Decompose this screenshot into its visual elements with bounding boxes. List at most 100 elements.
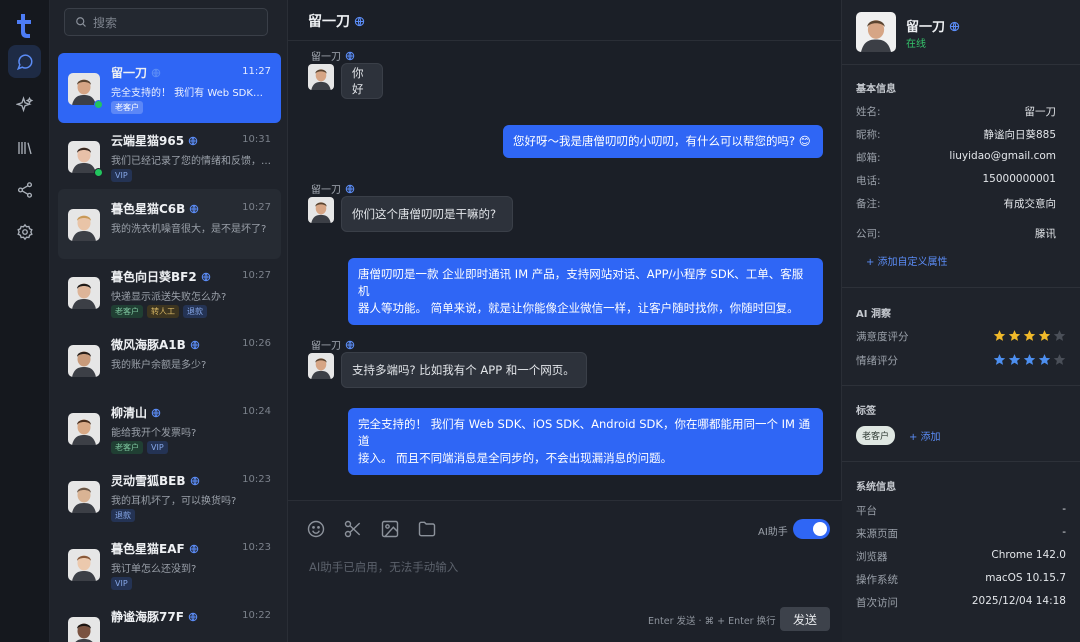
rating-label: 情绪评分	[856, 355, 898, 367]
globe-icon	[151, 408, 161, 418]
shortcut-hint: Enter 发送 · ⌘ + Enter 换行	[648, 616, 776, 627]
divider	[842, 287, 1080, 288]
avatar	[68, 209, 100, 241]
conversation-tag: VIP	[111, 169, 132, 182]
online-indicator	[94, 168, 103, 177]
share-icon	[17, 181, 32, 198]
globe-icon	[188, 612, 198, 622]
message-sender: 留一刀	[311, 48, 355, 63]
conversation-name: 暮色星猫C6B	[111, 200, 199, 217]
conversation-item[interactable]: 灵动雪狐BEB 10:23 我的耳机坏了，可以换货吗? 退款	[58, 461, 281, 531]
share-nav-button[interactable]	[8, 173, 41, 206]
message-sender: 留一刀	[311, 181, 355, 196]
info-key: 电话:	[856, 175, 881, 187]
star-icon	[993, 354, 1006, 365]
conversation-item[interactable]: 云端星猫965 10:31 我们已经记录了您的情绪和反馈，会尽快处理 VIP	[58, 121, 281, 191]
avatar-photo	[308, 64, 334, 90]
conversation-item[interactable]: 暮色星猫EAF 10:23 我订单怎么还没到? VIP	[58, 529, 281, 599]
conversation-preview: 我的耳机坏了，可以换货吗?	[111, 496, 237, 507]
conversation-tags: 老客户 VIP	[111, 441, 168, 454]
info-value: 滕讯	[1035, 228, 1056, 240]
avatar-photo	[68, 481, 100, 513]
send-button[interactable]: 发送	[780, 607, 830, 631]
composer-toolbar	[306, 519, 437, 539]
conversation-tag: 退款	[183, 305, 207, 318]
conversation-time: 10:27	[242, 270, 271, 281]
conversation-name: 暮色星猫EAF	[111, 540, 199, 557]
outgoing-message-bubble: 您好呀～我是唐僧叨叨的小叨叨，有什么可以帮您的吗? 😊	[503, 125, 823, 158]
info-value: macOS 10.15.7	[985, 572, 1066, 584]
info-value: -	[1062, 503, 1066, 515]
info-key: 备注:	[856, 198, 881, 210]
library-icon	[17, 141, 32, 154]
settings-nav-button[interactable]	[8, 215, 41, 248]
search-icon	[76, 17, 86, 27]
outgoing-message-bubble: 唐僧叨叨是一款 企业即时通讯 IM 产品，支持网站对话、APP/小程序 SDK、…	[348, 258, 823, 325]
star-rating	[993, 329, 1066, 344]
info-value: 有成交意向	[1003, 198, 1057, 210]
system-info-row: 浏览器 Chrome 142.0	[856, 549, 1066, 564]
add-tag-link[interactable]: + 添加	[909, 428, 941, 443]
info-value: liuyidao@gmail.com	[949, 150, 1056, 162]
system-info-title: 系统信息	[856, 482, 896, 493]
divider	[842, 461, 1080, 462]
info-value: 留一刀	[1024, 106, 1057, 118]
ai-assistant-toggle[interactable]	[793, 519, 830, 539]
info-value: Chrome 142.0	[991, 549, 1066, 561]
conversation-tag: VIP	[147, 441, 168, 454]
conversation-tag: 转人工	[147, 305, 179, 318]
info-key: 首次访问	[856, 597, 898, 609]
avatar-photo	[856, 12, 896, 52]
avatar-photo	[68, 413, 100, 445]
avatar	[68, 549, 100, 581]
chat-title: 留一刀	[308, 11, 365, 31]
folder-icon[interactable]	[417, 519, 437, 539]
conversation-tag: 老客户	[111, 305, 143, 318]
basic-info-title: 基本信息	[856, 84, 896, 95]
star-rating	[993, 353, 1066, 368]
ai-insight-title: AI 洞察	[856, 309, 891, 320]
conversation-preview: 快递显示派送失败怎么办?	[111, 292, 227, 303]
conversation-name: 留一刀	[111, 64, 161, 81]
globe-icon	[188, 136, 198, 146]
conversation-item[interactable]: 留一刀 11:27 完全支持的！ 我们有 Web SDK、iOS SDK、Andro…	[58, 53, 281, 123]
conversation-item[interactable]: 暮色星猫C6B 10:27 我的洗衣机噪音很大，是不是坏了?	[58, 189, 281, 259]
conversation-time: 10:31	[242, 134, 271, 145]
conversation-item[interactable]: 微风海豚A1B 10:26 我的账户余额是多少?	[58, 325, 281, 395]
add-custom-attribute-link[interactable]: + 添加自定义属性	[866, 253, 948, 268]
conversation-item[interactable]: 静谧海豚77F 10:22	[58, 597, 281, 642]
nav-rail	[0, 0, 50, 642]
conversation-time: 10:23	[242, 542, 271, 553]
conversation-tag: 老客户	[111, 441, 143, 454]
globe-icon	[345, 340, 355, 350]
conversation-tags: 老客户 转人工 退款	[111, 305, 207, 318]
search-input[interactable]: 搜索	[64, 8, 268, 36]
conversation-item[interactable]: 暮色向日葵BF2 10:27 快递显示派送失败怎么办? 老客户 转人工 退款	[58, 257, 281, 327]
ai-nav-button[interactable]	[8, 88, 41, 121]
divider	[842, 385, 1080, 386]
rating-label: 满意度评分	[856, 331, 909, 343]
conversation-tags: 老客户	[111, 101, 143, 114]
customer-tag[interactable]: 老客户	[856, 426, 896, 445]
avatar	[68, 617, 100, 642]
chat-title-text: 留一刀	[308, 14, 350, 30]
system-info-row: 平台 -	[856, 503, 1066, 518]
star-icon	[1008, 330, 1021, 341]
conversation-tags: VIP	[111, 169, 132, 182]
chat-nav-button[interactable]	[8, 45, 41, 78]
online-status: 在线	[906, 39, 926, 50]
image-icon[interactable]	[380, 519, 400, 539]
info-row: 备注: 有成交意向	[856, 196, 1066, 211]
customer-profile-panel: 留一刀 在线 基本信息 姓名: 留一刀 昵称: 静谧向日葵885 邮箱: liuyidao…	[842, 0, 1080, 642]
scissors-icon[interactable]	[343, 519, 363, 539]
conversation-item[interactable]: 柳清山 10:24 能给我开个发票吗? 老客户 VIP	[58, 393, 281, 463]
globe-icon	[949, 21, 960, 32]
conversation-time: 10:22	[242, 610, 271, 621]
conversation-time: 10:23	[242, 474, 271, 485]
info-key: 邮箱:	[856, 152, 881, 164]
emoji-icon[interactable]	[306, 519, 326, 539]
avatar-photo	[68, 617, 100, 642]
library-nav-button[interactable]	[8, 131, 41, 164]
conversation-name: 柳清山	[111, 404, 161, 421]
outgoing-message-bubble: 完全支持的！ 我们有 Web SDK、iOS SDK、Android SDK，你…	[348, 408, 823, 475]
